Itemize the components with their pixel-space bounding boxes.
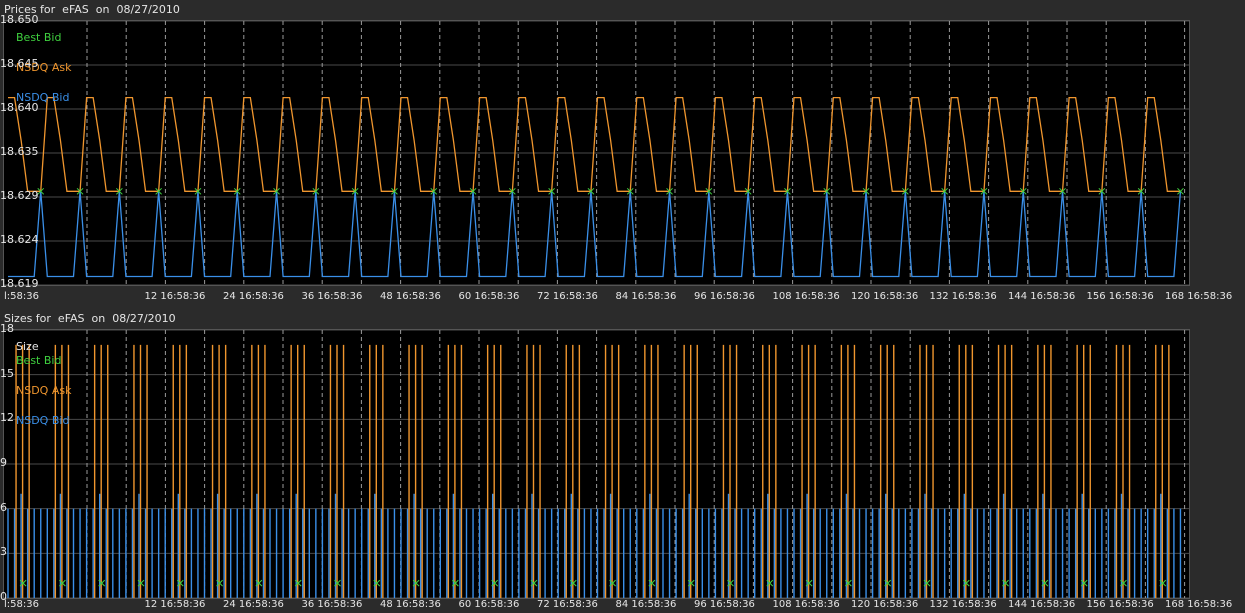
price-y-tick: 18.635	[0, 145, 39, 158]
size-x-tick: 120 16:58:36	[851, 599, 919, 610]
price-y-tick: 18.619	[0, 277, 39, 290]
size-x-tick: 84 16:58:36	[615, 599, 677, 610]
size-x-tick: 24 16:58:36	[223, 599, 284, 610]
size-x-tick: 96 16:58:36	[694, 599, 755, 610]
price-y-tick: 18.640	[0, 101, 39, 114]
nsdq-ask-line	[8, 96, 1181, 192]
price-x-tick: 132 16:58:36	[929, 291, 997, 302]
size-chart-title: Sizes for eFAS on 08/27/2010	[4, 312, 176, 325]
price-y-tick: 18.629	[0, 189, 39, 202]
size-legend-nsdq-bid: NSDQ Bid	[16, 414, 70, 427]
price-x-tick: 12 16:58:36	[144, 291, 206, 302]
size-x-tick: 108 16:58:36	[772, 599, 840, 610]
size-y-tick: 6	[0, 500, 7, 514]
price-x-tick: 168 16:58:36	[1165, 291, 1233, 302]
nsdq-bid-line	[8, 191, 1182, 278]
price-x-tick: 96 16:58:36	[694, 291, 755, 302]
size-x-tick: 168 16:58:36	[1165, 599, 1233, 610]
price-x-tick: 48 16:58:36	[380, 291, 441, 302]
size-legend-best-bid: Best Bid	[16, 354, 62, 367]
price-y-tick: 18.624	[0, 233, 39, 246]
size-y-tick: 9	[0, 456, 7, 469]
size-x-tick: 36 16:58:36	[301, 599, 363, 610]
size-legend-header: Size	[16, 340, 39, 353]
size-x-tick: 12 16:58:36	[144, 599, 206, 610]
price-x-tick: 108 16:58:36	[772, 291, 840, 302]
price-x-tick: l:58:36	[4, 291, 39, 302]
size-x-tick: 156 16:58:36	[1086, 599, 1154, 610]
size-chart-svg	[4, 330, 1189, 598]
price-x-tick: 84 16:58:36	[615, 291, 677, 302]
price-x-tick: 156 16:58:36	[1086, 291, 1154, 302]
price-x-tick: 144 16:58:36	[1008, 291, 1076, 302]
size-y-tick: 12	[0, 411, 14, 425]
size-x-tick: 132 16:58:36	[929, 599, 997, 610]
size-x-tick: l:58:36	[4, 599, 39, 610]
size-y-tick: 15	[0, 366, 14, 380]
size-x-tick: 60 16:58:36	[458, 599, 520, 610]
size-y-tick: 3	[0, 545, 7, 559]
price-y-tick: 18.645	[0, 57, 39, 70]
size-x-tick: 48 16:58:36	[380, 599, 441, 610]
price-legend-best-bid: Best Bid	[16, 31, 62, 44]
price-chart-svg	[4, 21, 1189, 285]
price-x-tick: 24 16:58:36	[223, 291, 284, 302]
price-x-tick: 120 16:58:36	[851, 291, 919, 302]
price-x-tick: 72 16:58:36	[537, 291, 598, 302]
price-x-tick: 36 16:58:36	[301, 291, 363, 302]
price-y-tick: 18.650	[0, 13, 39, 26]
price-chart-plot: Best Bid NSDQ Ask NSDQ Bid	[3, 20, 1190, 286]
size-legend-nsdq-ask: NSDQ Ask	[16, 384, 72, 397]
size-x-tick: 144 16:58:36	[1008, 599, 1076, 610]
size-x-tick: 72 16:58:36	[537, 599, 598, 610]
price-x-tick: 60 16:58:36	[458, 291, 520, 302]
size-chart-plot: Size Best Bid NSDQ Ask NSDQ Bid	[3, 329, 1190, 599]
size-y-tick: 18	[0, 322, 14, 335]
